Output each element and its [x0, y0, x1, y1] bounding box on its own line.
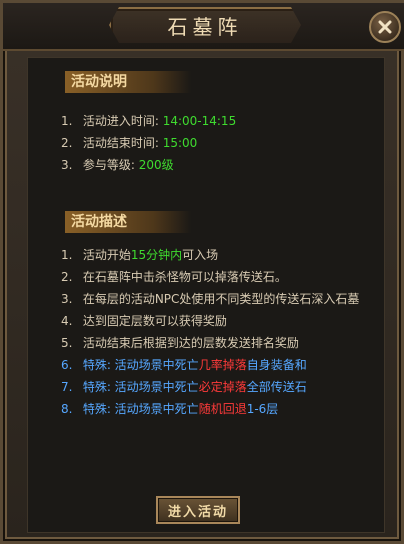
list-item: 1. 活动进入时间: 14:00-14:15: [61, 114, 237, 128]
window-title: 石墓阵: [167, 14, 243, 39]
list-item: 2. 活动结束时间: 15:00: [61, 136, 198, 150]
dialog-window: 石墓阵 活动说明 1. 活动进入时间: 14:00-14:15 2. 活动结束时…: [0, 0, 404, 544]
list-item: 4. 达到固定层数可以获得奖励: [61, 314, 227, 328]
list-item: 3. 在每层的活动NPC处使用不同类型的传送石深入石墓: [61, 292, 360, 306]
list-item: 8. 特殊: 活动场景中死亡随机回退1-6层: [61, 402, 279, 416]
list-item: 2. 在石墓阵中击杀怪物可以掉落传送石。: [61, 270, 287, 284]
list-item: 6. 特殊: 活动场景中死亡几率掉落自身装备和: [61, 358, 307, 372]
title-bar: 石墓阵: [3, 3, 404, 51]
close-button[interactable]: [369, 11, 401, 43]
list-item: 5. 活动结束后根据到达的层数发送排名奖励: [61, 336, 299, 350]
list-item: 7. 特殊: 活动场景中死亡必定掉落全部传送石: [61, 380, 307, 394]
list-item: 3. 参与等级: 200级: [61, 158, 174, 172]
list-item: 1. 活动开始15分钟内可入场: [61, 248, 219, 262]
section-header-details: 活动描述: [65, 211, 191, 233]
enter-activity-button[interactable]: 进入活动: [156, 496, 240, 524]
close-icon: [378, 20, 392, 34]
section-header-description: 活动说明: [65, 71, 191, 93]
